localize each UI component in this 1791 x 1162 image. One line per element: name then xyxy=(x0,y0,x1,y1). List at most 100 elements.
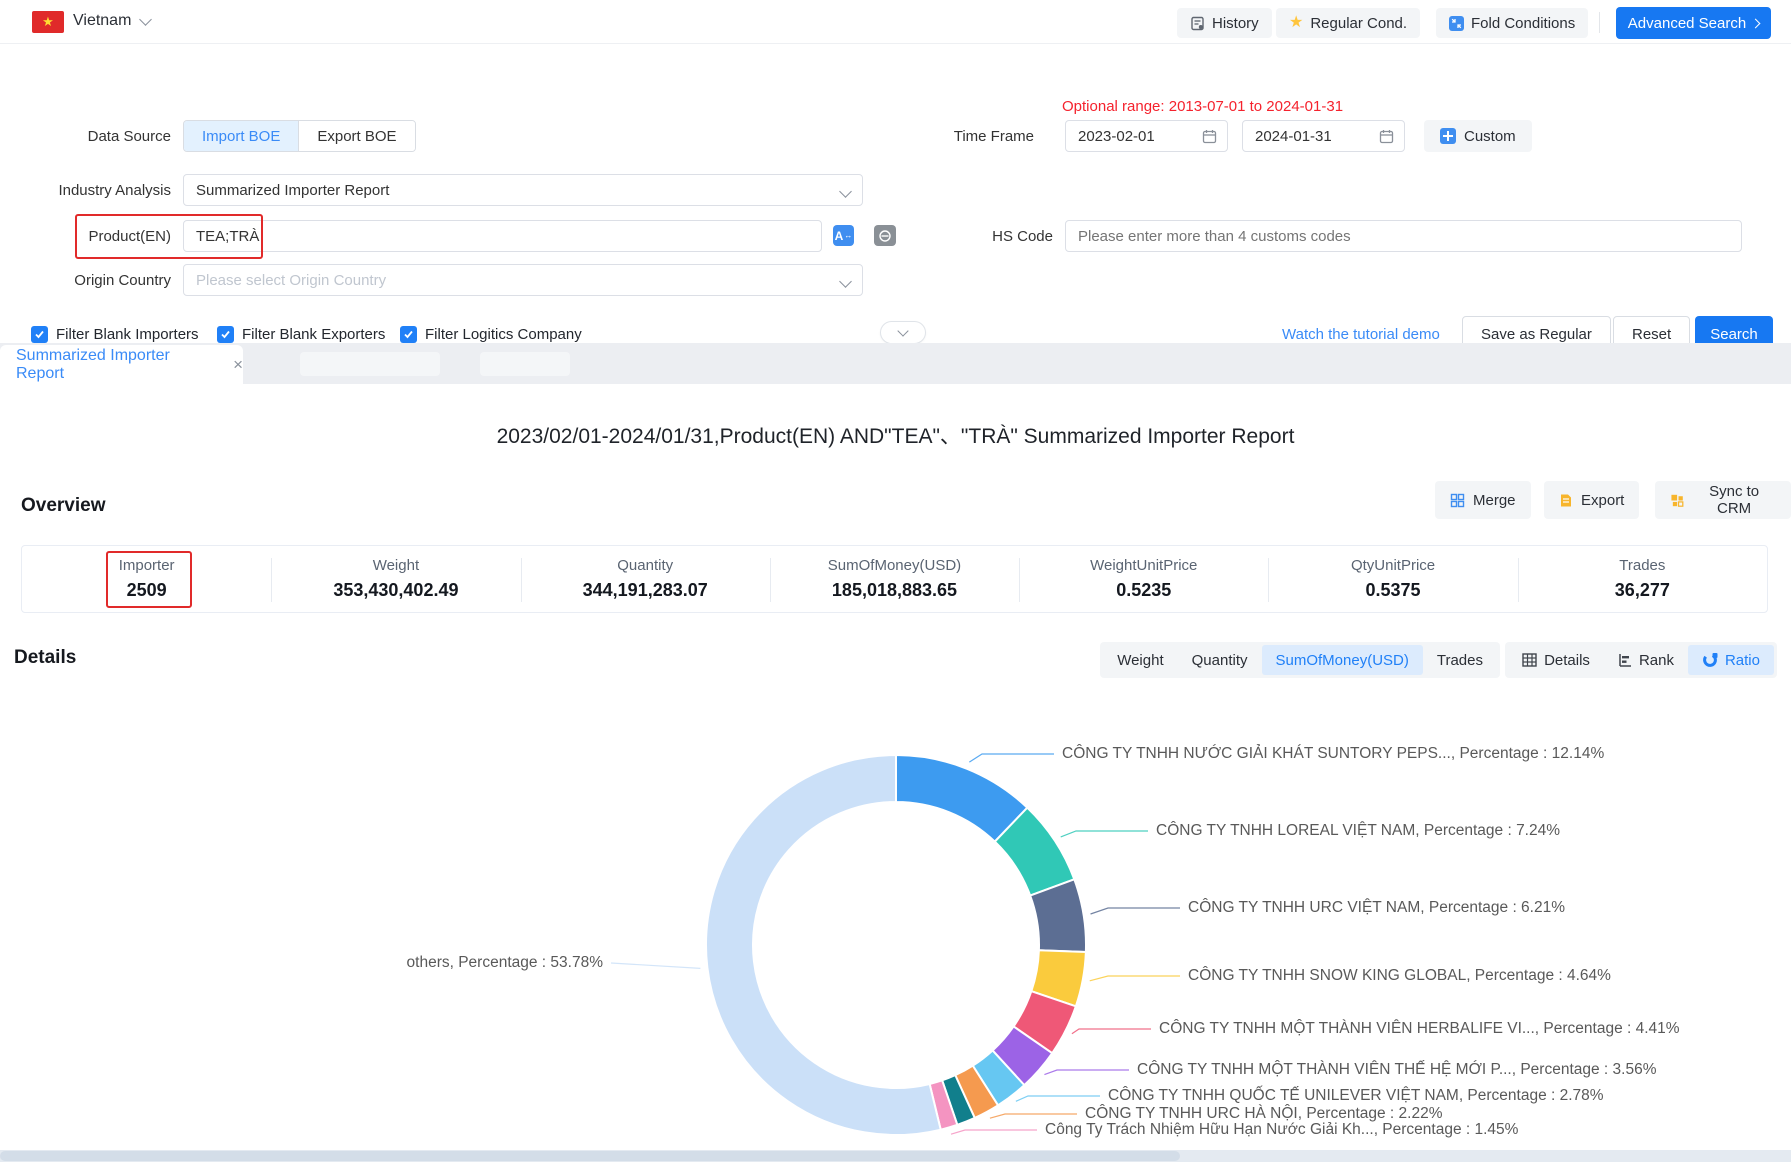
stat-label: WeightUnitPrice xyxy=(1090,557,1197,574)
sync-icon xyxy=(1670,493,1684,508)
view-tab-label: Details xyxy=(1544,652,1590,669)
regular-cond-label: Regular Cond. xyxy=(1310,15,1407,32)
checkbox-label: Filter Logitics Company xyxy=(425,326,582,343)
metric-tab-weight[interactable]: Weight xyxy=(1103,645,1177,675)
star-icon: ★ xyxy=(1289,15,1303,31)
topbar-divider xyxy=(1599,12,1600,33)
regular-cond-button[interactable]: ★ Regular Cond. xyxy=(1276,8,1420,38)
hs-code-input-wrap xyxy=(1065,220,1742,252)
industry-analysis-value: Summarized Importer Report xyxy=(196,182,389,199)
date-from-input[interactable]: 2023-02-01 xyxy=(1065,120,1228,152)
data-source-label: Data Source xyxy=(21,128,171,145)
origin-country-select[interactable]: Please select Origin Country xyxy=(183,264,863,296)
hs-code-label: HS Code xyxy=(903,228,1053,245)
metric-tab-sum-of-money[interactable]: SumOfMoney(USD) xyxy=(1262,645,1423,675)
stat-weight-unit-price: WeightUnitPrice 0.5235 xyxy=(1019,546,1268,612)
history-button[interactable]: History xyxy=(1177,8,1272,38)
industry-analysis-select[interactable]: Summarized Importer Report xyxy=(183,174,863,206)
table-icon xyxy=(1522,653,1537,667)
top-bar: ★ Vietnam History ★ Regular Cond. Fold C… xyxy=(0,0,1791,44)
industry-analysis-label: Industry Analysis xyxy=(21,182,171,199)
tab-ghost xyxy=(300,352,440,376)
advanced-search-label: Advanced Search xyxy=(1628,15,1746,32)
history-icon xyxy=(1190,16,1205,31)
ratio-pie-icon xyxy=(1702,652,1718,668)
advanced-search-button[interactable]: Advanced Search xyxy=(1616,7,1771,39)
product-en-label: Product(EN) xyxy=(21,228,171,245)
stat-label: Trades xyxy=(1619,557,1665,574)
stat-label: Weight xyxy=(373,557,419,574)
rank-icon xyxy=(1618,653,1632,667)
merge-label: Merge xyxy=(1473,492,1516,509)
pie-label: CÔNG TY TNHH URC HÀ NỘI, Percentage : 2.… xyxy=(1085,1105,1443,1122)
stat-weight: Weight353,430,402.49 xyxy=(271,546,520,612)
calendar-icon[interactable] xyxy=(1379,129,1394,144)
fuzzy-match-icon[interactable] xyxy=(874,225,896,246)
export-file-icon xyxy=(1559,493,1573,508)
report-title: 2023/02/01-2024/01/31,Product(EN) AND"TE… xyxy=(0,420,1791,450)
export-label: Export xyxy=(1581,492,1624,509)
result-tab-strip: Summarized Importer Report × xyxy=(0,343,1791,384)
stat-label: SumOfMoney(USD) xyxy=(828,557,961,574)
pie-label-line xyxy=(611,963,700,968)
view-tab-ratio[interactable]: Ratio xyxy=(1688,645,1774,675)
metric-tab-quantity[interactable]: Quantity xyxy=(1178,645,1262,675)
stat-label: Quantity xyxy=(617,557,673,574)
metric-tab-trades[interactable]: Trades xyxy=(1423,645,1497,675)
date-to-input[interactable]: 2024-01-31 xyxy=(1242,120,1405,152)
export-boe-tab[interactable]: Export BOE xyxy=(298,121,414,151)
translate-icon[interactable]: A↔ xyxy=(833,225,854,246)
checkbox-label: Filter Blank Importers xyxy=(56,326,199,343)
stat-label: Importer xyxy=(119,557,175,574)
fold-icon xyxy=(1449,16,1464,31)
origin-country-label: Origin Country xyxy=(21,272,171,289)
import-boe-tab[interactable]: Import BOE xyxy=(184,121,298,151)
filter-blank-importers-checkbox[interactable]: Filter Blank Importers xyxy=(31,326,199,343)
expand-conditions-button[interactable] xyxy=(880,321,926,344)
overview-heading: Overview xyxy=(21,495,106,517)
tab-ghost xyxy=(480,352,570,376)
view-tab-details[interactable]: Details xyxy=(1508,645,1604,675)
fold-conditions-label: Fold Conditions xyxy=(1471,15,1575,32)
filter-blank-exporters-checkbox[interactable]: Filter Blank Exporters xyxy=(217,326,385,343)
product-en-input[interactable] xyxy=(196,228,809,245)
custom-range-button[interactable]: Custom xyxy=(1424,120,1532,152)
pie-label: CÔNG TY TNHH NƯỚC GIẢI KHÁT SUNTORY PEPS… xyxy=(1062,745,1604,762)
tab-title: Summarized Importer Report xyxy=(16,347,221,383)
tab-summarized-importer-report[interactable]: Summarized Importer Report × xyxy=(0,345,243,384)
view-tabs: Details Rank Ratio xyxy=(1505,642,1777,678)
view-tab-rank[interactable]: Rank xyxy=(1604,645,1688,675)
country-selector[interactable]: Vietnam xyxy=(73,12,131,30)
fold-conditions-button[interactable]: Fold Conditions xyxy=(1436,8,1588,38)
horizontal-scrollbar-thumb[interactable] xyxy=(0,1151,1180,1161)
time-frame-label: Time Frame xyxy=(884,128,1034,145)
merge-button[interactable]: Merge xyxy=(1435,481,1531,519)
pie-label: CÔNG TY TNHH URC VIỆT NAM, Percentage : … xyxy=(1188,899,1565,916)
stat-value: 0.5235 xyxy=(1116,580,1171,601)
pie-label: others, Percentage : 53.78% xyxy=(407,954,604,971)
filter-logitics-company-checkbox[interactable]: Filter Logitics Company xyxy=(400,326,582,343)
hs-code-input[interactable] xyxy=(1078,228,1729,245)
chevron-down-icon[interactable] xyxy=(139,13,152,26)
stat-quantity: Quantity 344,191,283.07 xyxy=(521,546,770,612)
calendar-icon[interactable] xyxy=(1202,129,1217,144)
chevron-right-icon xyxy=(1751,18,1761,28)
pie-label: CÔNG TY TNHH QUỐC TẾ UNILEVER VIỆT NAM, … xyxy=(1108,1086,1604,1104)
stat-qty-unit-price: QtyUnitPrice0.5375 xyxy=(1268,546,1517,612)
export-button[interactable]: Export xyxy=(1544,481,1639,519)
stat-value: 344,191,283.07 xyxy=(583,580,708,601)
stat-trades: Trades36,277 xyxy=(1518,546,1767,612)
metric-tabs: Weight Quantity SumOfMoney(USD) Trades xyxy=(1100,642,1500,678)
close-icon[interactable]: × xyxy=(233,356,243,373)
view-tab-label: Ratio xyxy=(1725,652,1760,669)
pie-label-line xyxy=(1061,831,1148,837)
sync-to-crm-button[interactable]: Sync to CRM xyxy=(1655,481,1791,519)
tutorial-demo-link[interactable]: Watch the tutorial demo xyxy=(1282,326,1440,343)
checkbox-checked-icon xyxy=(400,326,417,343)
stat-value: 0.5375 xyxy=(1366,580,1421,601)
chevron-down-icon xyxy=(897,325,908,336)
checkbox-checked-icon xyxy=(31,326,48,343)
pie-segment-10[interactable] xyxy=(706,755,941,1135)
optional-range-hint: Optional range: 2013-07-01 to 2024-01-31 xyxy=(1062,98,1343,115)
pie-label: CÔNG TY TNHH SNOW KING GLOBAL, Percentag… xyxy=(1188,967,1611,984)
